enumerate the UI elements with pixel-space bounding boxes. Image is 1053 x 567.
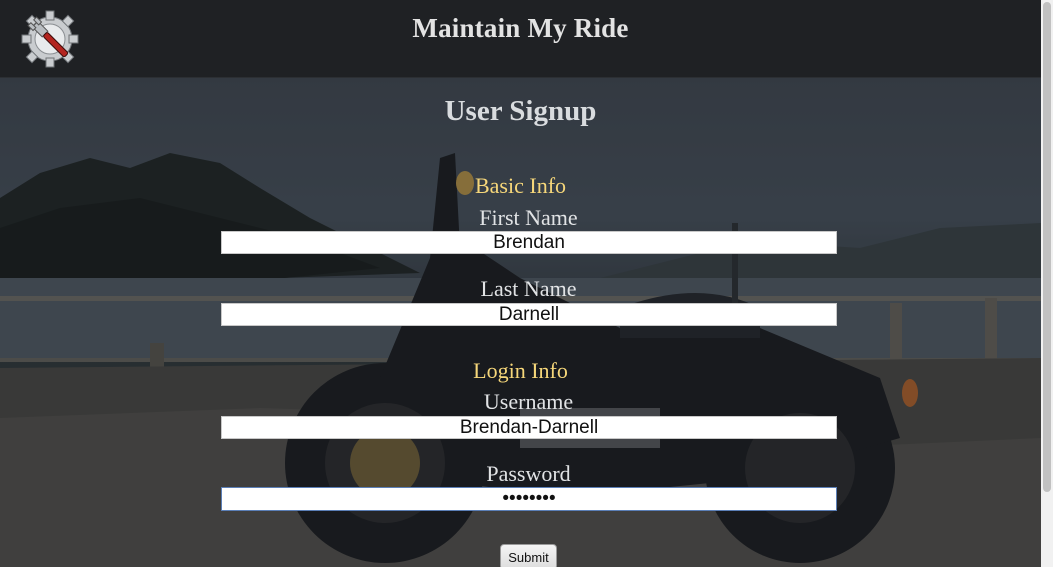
username-input[interactable]	[221, 416, 837, 439]
app-header: Maintain My Ride	[0, 0, 1041, 78]
password-label: Password	[486, 461, 571, 486]
page-scrollbar[interactable]	[1041, 0, 1053, 567]
login-info-heading: Login Info	[473, 358, 568, 383]
scrollbar-thumb[interactable]	[1043, 2, 1051, 492]
app-title: Maintain My Ride	[412, 13, 629, 43]
last-name-input[interactable]	[221, 303, 837, 326]
submit-button[interactable]: Submit	[500, 544, 557, 567]
first-name-label: First Name	[479, 205, 578, 230]
last-name-label: Last Name	[480, 276, 577, 301]
password-input[interactable]	[221, 487, 837, 511]
basic-info-heading: Basic Info	[474, 173, 567, 198]
page-title: User Signup	[444, 95, 597, 127]
username-label: Username	[483, 389, 574, 414]
first-name-input[interactable]	[221, 231, 837, 254]
